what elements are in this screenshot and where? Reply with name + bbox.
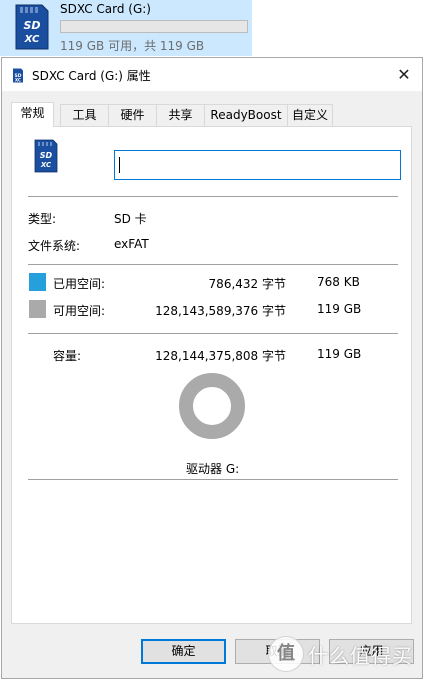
- used-space-label: 已用空间:: [53, 277, 106, 291]
- free-space-ring: [179, 373, 245, 439]
- explorer-drive-tile[interactable]: SD XC SDXC Card (G:) 119 GB 可用，共 119 GB: [0, 0, 252, 56]
- dialog-title: SDXC Card (G:) 属性: [32, 69, 151, 83]
- capacity-bytes: 128,144,375,808 字节: [155, 349, 286, 363]
- close-button[interactable]: ✕: [386, 58, 422, 91]
- tab-hardware[interactable]: 硬件: [108, 104, 157, 126]
- tile-size-text: 119 GB 可用，共 119 GB: [60, 39, 205, 53]
- svg-text:SD: SD: [40, 151, 53, 160]
- free-space-label: 可用空间:: [53, 304, 106, 318]
- tab-sharing[interactable]: 共享: [156, 104, 205, 126]
- divider: [28, 479, 398, 480]
- general-tab-panel: SD XC 类型: SD 卡 文件系统: exFAT 已用空间: 786,432…: [11, 126, 412, 624]
- tile-usage-bar: [60, 20, 248, 33]
- type-value: SD 卡: [114, 212, 147, 226]
- volume-name-input[interactable]: [114, 150, 401, 180]
- used-space-swatch: [29, 273, 46, 291]
- close-icon: ✕: [397, 65, 411, 84]
- used-space-bytes: 786,432 字节: [208, 277, 286, 291]
- tab-readyboost[interactable]: ReadyBoost: [204, 104, 288, 126]
- filesystem-value: exFAT: [114, 237, 149, 251]
- free-space-size: 119 GB: [317, 302, 362, 316]
- dialog-titlebar[interactable]: SD XC SDXC Card (G:) 属性 ✕: [2, 58, 422, 91]
- used-space-size: 768 KB: [317, 275, 360, 289]
- divider: [28, 196, 398, 197]
- sd-card-icon: SD XC: [13, 68, 23, 83]
- divider: [28, 264, 398, 265]
- watermark: 值 什么值得买: [268, 630, 428, 676]
- filesystem-label: 文件系统:: [28, 239, 81, 253]
- svg-text:XC: XC: [40, 161, 52, 169]
- usage-donut-chart: [179, 373, 245, 439]
- free-space-bytes: 128,143,589,376 字节: [155, 304, 286, 318]
- svg-text:XC: XC: [24, 34, 40, 45]
- properties-dialog: SD XC SDXC Card (G:) 属性 ✕ 常规 工具 硬件 共享 Re…: [1, 57, 423, 679]
- ok-button[interactable]: 确定: [141, 639, 226, 664]
- svg-text:XC: XC: [15, 78, 21, 83]
- drive-letter-label: 驱动器 G:: [186, 462, 240, 476]
- watermark-logo: 值: [268, 636, 304, 672]
- tab-customize[interactable]: 自定义: [287, 104, 333, 126]
- sd-card-icon: SD XC: [15, 4, 49, 50]
- type-label: 类型:: [28, 212, 57, 226]
- text-caret: [119, 157, 120, 173]
- tab-general[interactable]: 常规: [11, 102, 54, 127]
- tab-tools[interactable]: 工具: [60, 104, 109, 126]
- watermark-text: 什么值得买: [308, 644, 413, 668]
- svg-text:SD: SD: [23, 19, 40, 32]
- tile-drive-name: SDXC Card (G:): [60, 2, 151, 16]
- capacity-size: 119 GB: [317, 347, 362, 361]
- free-space-swatch: [29, 300, 46, 318]
- divider: [28, 333, 398, 334]
- capacity-label: 容量:: [53, 349, 82, 363]
- sd-card-icon: SD XC: [34, 139, 58, 173]
